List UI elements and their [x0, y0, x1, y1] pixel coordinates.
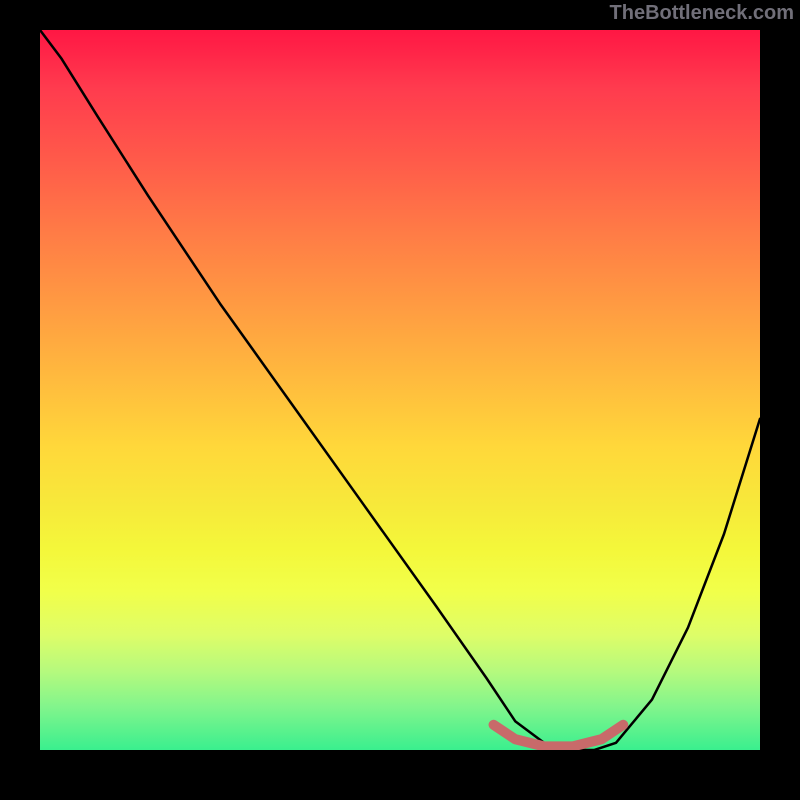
chart-plot-area	[40, 30, 760, 750]
chart-svg	[40, 30, 760, 750]
optimum-band-line	[494, 725, 624, 747]
attribution-text: TheBottleneck.com	[610, 2, 794, 25]
chart-frame: TheBottleneck.com	[0, 0, 800, 800]
bottleneck-curve-line	[40, 30, 760, 750]
